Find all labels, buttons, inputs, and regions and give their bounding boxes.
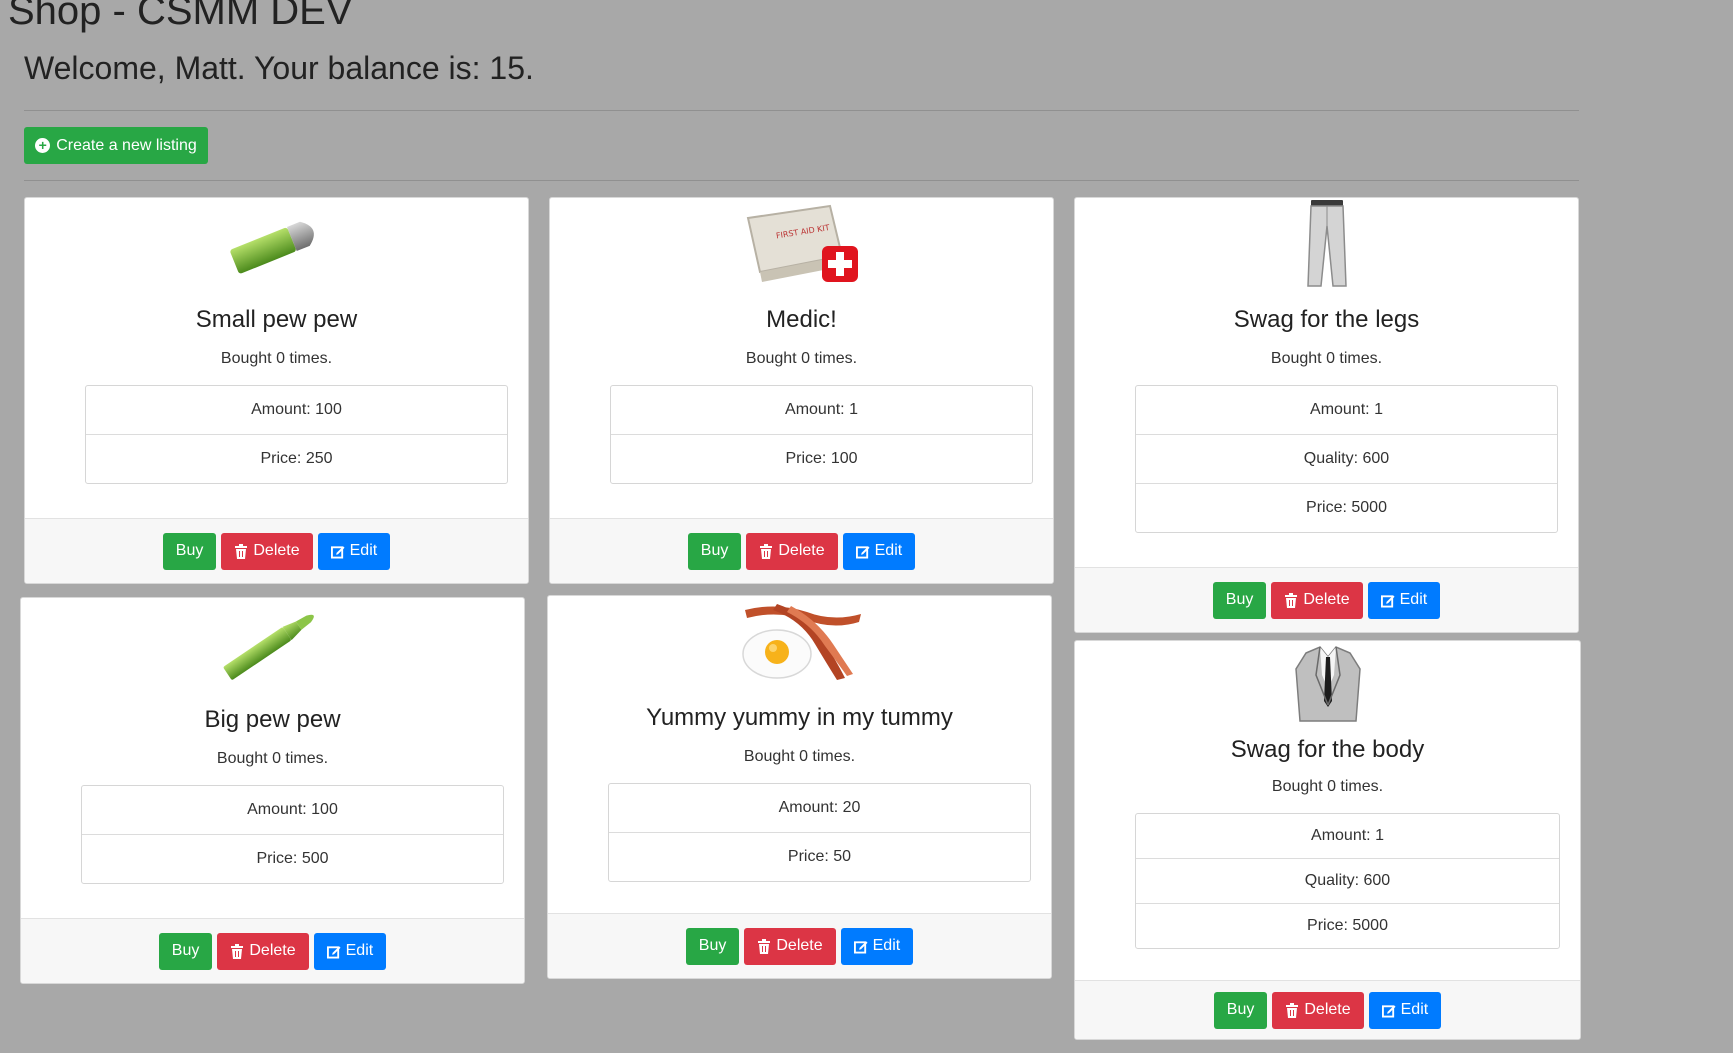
buy-button[interactable]: Buy (685, 927, 740, 965)
details-list: Amount: 100 Price: 500 (81, 785, 504, 884)
edit-icon (1380, 594, 1395, 607)
listing-card: Small pew pew Bought 0 times. Amount: 10… (24, 197, 529, 584)
edit-button[interactable]: Edit (842, 532, 916, 570)
bought-count: Bought 0 times. (1270, 350, 1383, 367)
details-list: Amount: 1 Quality: 600 Price: 5000 (1135, 813, 1560, 949)
details-list: Amount: 1 Price: 100 (610, 385, 1033, 484)
listing-title: Swag for the body (1230, 736, 1425, 763)
bought-count: Bought 0 times. (745, 350, 858, 367)
detail-price: Price: 50 (787, 848, 852, 865)
details-list: Amount: 20 Price: 50 (608, 783, 1031, 882)
trash-icon (758, 938, 771, 954)
listing-title: Swag for the legs (1233, 306, 1420, 333)
bacon-and-egg-icon (741, 604, 861, 680)
delete-button[interactable]: Delete (746, 532, 838, 570)
edit-button[interactable]: Edit (1367, 581, 1441, 619)
create-listing-label: Create a new listing (56, 136, 197, 154)
card-actions: Buy Delete Edit (21, 918, 524, 983)
trash-icon (231, 943, 244, 959)
detail-amount: Amount: 100 (86, 386, 507, 435)
delete-button[interactable]: Delete (1272, 991, 1364, 1029)
detail-price: Price: 250 (260, 450, 333, 467)
plus-circle-icon: + (35, 138, 51, 153)
buy-button[interactable]: Buy (687, 532, 742, 570)
divider (24, 180, 1579, 181)
detail-quality: Quality: 600 (1136, 435, 1557, 484)
delete-button[interactable]: Delete (221, 532, 313, 570)
edit-icon (855, 545, 870, 558)
listing-card: Swag for the body Bought 0 times. Amount… (1074, 640, 1581, 1040)
listing-card: FIRST AID KIT Medic! Bought 0 times. Amo… (549, 197, 1054, 584)
detail-quality: Quality: 600 (1136, 859, 1559, 904)
trash-icon (1285, 592, 1298, 608)
edit-icon (1381, 1004, 1396, 1017)
trash-icon (760, 543, 773, 559)
buy-button[interactable]: Buy (162, 532, 217, 570)
card-actions: Buy Delete Edit (548, 913, 1051, 978)
card-actions: Buy Delete Edit (1075, 567, 1578, 632)
suit-jacket-icon (1294, 646, 1361, 722)
bought-count: Bought 0 times. (1271, 778, 1384, 795)
delete-button[interactable]: Delete (1271, 581, 1363, 619)
create-listing-button[interactable]: + Create a new listing (24, 127, 208, 164)
edit-button[interactable]: Edit (840, 927, 914, 965)
listing-title: Medic! (766, 306, 837, 333)
edit-icon (330, 545, 345, 558)
listing-title: Big pew pew (204, 706, 341, 733)
bought-count: Bought 0 times. (220, 350, 333, 367)
welcome-balance: Welcome, Matt. Your balance is: 15. (24, 50, 534, 86)
edit-button[interactable]: Edit (317, 532, 391, 570)
detail-amount: Amount: 1 (611, 386, 1032, 435)
card-actions: Buy Delete Edit (550, 518, 1053, 583)
page-title: Shop - CSMM DEV (8, 0, 353, 33)
trash-icon (1286, 1002, 1299, 1018)
bought-count: Bought 0 times. (216, 750, 329, 767)
listing-title: Small pew pew (195, 306, 358, 333)
edit-icon (326, 945, 341, 958)
delete-button[interactable]: Delete (217, 932, 309, 970)
card-actions: Buy Delete Edit (1075, 980, 1580, 1039)
detail-price: Price: 5000 (1306, 499, 1387, 516)
card-actions: Buy Delete Edit (25, 518, 528, 583)
edit-button[interactable]: Edit (313, 932, 387, 970)
detail-amount: Amount: 1 (1136, 386, 1557, 435)
delete-button[interactable]: Delete (744, 927, 836, 965)
edit-icon (853, 940, 868, 953)
buy-button[interactable]: Buy (1213, 991, 1268, 1029)
listing-card: Big pew pew Bought 0 times. Amount: 100 … (20, 597, 525, 984)
divider (24, 110, 1579, 111)
listing-card: Yummy yummy in my tummy Bought 0 times. … (547, 595, 1052, 979)
detail-price: Price: 5000 (1307, 917, 1388, 934)
rifle-bullet-icon (223, 614, 314, 680)
trash-icon (235, 543, 248, 559)
detail-price: Price: 500 (256, 850, 329, 867)
details-list: Amount: 1 Quality: 600 Price: 5000 (1135, 385, 1558, 533)
detail-amount: Amount: 1 (1136, 814, 1559, 859)
detail-price: Price: 100 (785, 450, 858, 467)
details-list: Amount: 100 Price: 250 (85, 385, 508, 484)
listing-title: Yummy yummy in my tummy (646, 704, 953, 731)
bullet-small-icon (229, 221, 314, 274)
first-aid-kit-icon: FIRST AID KIT (746, 204, 858, 282)
pants-icon (1306, 200, 1347, 287)
detail-amount: Amount: 100 (82, 786, 503, 835)
edit-button[interactable]: Edit (1368, 991, 1442, 1029)
buy-button[interactable]: Buy (158, 932, 213, 970)
buy-button[interactable]: Buy (1212, 581, 1267, 619)
bought-count: Bought 0 times. (743, 748, 856, 765)
detail-amount: Amount: 20 (609, 784, 1030, 833)
listing-card: Swag for the legs Bought 0 times. Amount… (1074, 197, 1579, 633)
